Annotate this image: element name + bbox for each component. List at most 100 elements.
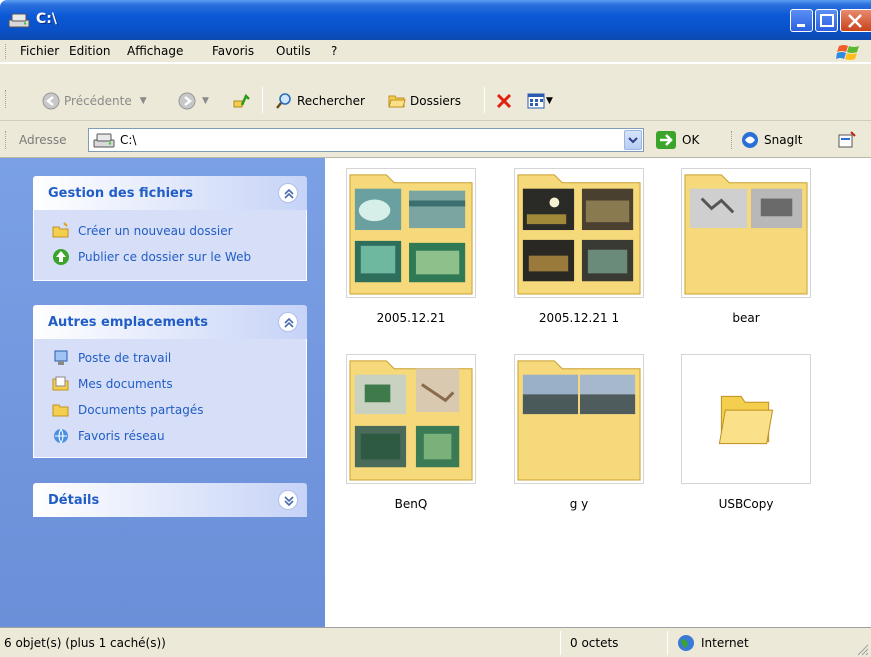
- snagit-button[interactable]: SnagIt: [741, 131, 802, 149]
- status-size: 0 octets: [570, 636, 619, 650]
- file-name: BenQ: [394, 497, 428, 511]
- place-shared-documents[interactable]: Documents partagés: [34, 397, 306, 423]
- forward-dropdown-icon[interactable]: ▼: [202, 96, 209, 106]
- menubar-grip[interactable]: [5, 44, 7, 59]
- maximize-button[interactable]: [815, 9, 838, 32]
- minimize-button[interactable]: [790, 9, 813, 32]
- menu-help[interactable]: ?: [331, 44, 337, 58]
- up-folder-icon: [233, 93, 250, 108]
- chevron-up-double-icon: [284, 188, 294, 199]
- file-name: USBCopy: [718, 497, 774, 511]
- delete-x-icon: [496, 93, 512, 109]
- file-tasks-header[interactable]: Gestion des fichiers: [33, 176, 307, 210]
- back-dropdown-icon[interactable]: ▼: [140, 96, 147, 106]
- search-button[interactable]: Rechercher: [275, 91, 365, 111]
- task-publish-web[interactable]: Publier ce dossier sur le Web: [34, 244, 306, 270]
- photo-folder-icon: [514, 168, 644, 298]
- views-icon: [527, 93, 545, 109]
- my-documents-icon: [52, 376, 69, 391]
- status-divider: [667, 631, 668, 655]
- address-label: Adresse: [19, 133, 67, 147]
- file-tasks-body: Créer un nouveau dossier Publier ce doss…: [33, 210, 307, 281]
- collapse-button[interactable]: [278, 183, 298, 203]
- menu-outils[interactable]: Outils: [276, 44, 311, 58]
- chevron-down-icon: [628, 137, 638, 144]
- status-object-count: 6 objet(s) (plus 1 caché(s)): [4, 636, 166, 650]
- address-dropdown-button[interactable]: [624, 130, 642, 150]
- other-places-panel: Autres emplacements Poste de travail Mes…: [33, 305, 307, 458]
- other-places-body: Poste de travail Mes documents Documents…: [33, 339, 307, 458]
- chevron-down-double-icon: [284, 496, 294, 507]
- snagit-capture-icon[interactable]: [838, 131, 856, 149]
- place-label: Documents partagés: [78, 403, 204, 417]
- file-name: bear: [732, 311, 760, 325]
- addressbar-grip[interactable]: [5, 131, 7, 149]
- status-bar: 6 objet(s) (plus 1 caché(s)) 0 octets In…: [0, 627, 871, 657]
- photo-folder-icon: [346, 168, 476, 298]
- task-new-folder[interactable]: Créer un nouveau dossier: [34, 218, 306, 244]
- place-my-documents[interactable]: Mes documents: [34, 371, 306, 397]
- forward-arrow-icon: [178, 92, 196, 110]
- address-bar: Adresse C:\ OK SnagIt: [0, 121, 871, 158]
- menu-fichier[interactable]: Fichier: [20, 44, 59, 58]
- other-places-header[interactable]: Autres emplacements: [33, 305, 307, 339]
- views-dropdown-icon[interactable]: ▼: [546, 96, 553, 106]
- publish-web-icon: [53, 249, 69, 265]
- toolbar-separator: [262, 87, 263, 113]
- shared-folder-icon: [52, 404, 69, 417]
- toolbar-separator: [484, 87, 485, 113]
- toolbar-grip[interactable]: [5, 90, 7, 108]
- close-button[interactable]: [840, 9, 871, 32]
- folder-icon: [681, 354, 811, 484]
- details-panel: Détails: [33, 483, 307, 517]
- back-arrow-icon: [42, 92, 60, 110]
- menu-bar: Fichier Edition Affichage Favoris Outils…: [0, 40, 871, 63]
- delete-button[interactable]: [495, 91, 517, 111]
- minimize-icon: [797, 24, 805, 27]
- folders-icon: [388, 95, 406, 108]
- forward-button[interactable]: ▼: [178, 91, 209, 111]
- menu-favoris[interactable]: Favoris: [212, 44, 254, 58]
- my-computer-icon: [54, 350, 68, 365]
- up-folder-button[interactable]: [232, 91, 254, 111]
- network-places-icon: [54, 428, 68, 444]
- file-name: g y: [569, 497, 589, 511]
- search-label: Rechercher: [297, 94, 365, 108]
- internet-globe-icon: [678, 635, 694, 651]
- back-button[interactable]: Précédente ▼: [42, 91, 147, 111]
- windows-logo-icon: [836, 45, 859, 60]
- expand-button[interactable]: [278, 490, 298, 510]
- task-label: Publier ce dossier sur le Web: [78, 250, 252, 264]
- other-places-title: Autres emplacements: [48, 315, 209, 330]
- title-bar[interactable]: C:\: [0, 0, 871, 40]
- window-title: C:\: [36, 11, 57, 27]
- details-header[interactable]: Détails: [33, 483, 307, 517]
- go-label: OK: [682, 133, 700, 147]
- snagit-grip[interactable]: [731, 131, 733, 149]
- status-divider: [560, 631, 561, 655]
- go-button[interactable]: OK: [655, 130, 699, 150]
- computer-drive-icon: [8, 13, 30, 28]
- folders-label: Dossiers: [410, 94, 461, 108]
- place-label: Poste de travail: [78, 351, 172, 365]
- close-icon: [848, 14, 862, 28]
- place-network[interactable]: Favoris réseau: [34, 423, 306, 449]
- folders-button[interactable]: Dossiers: [388, 91, 461, 111]
- place-label: Mes documents: [78, 377, 173, 391]
- task-label: Créer un nouveau dossier: [78, 224, 233, 238]
- computer-drive-icon: [93, 133, 115, 148]
- new-folder-icon: [52, 222, 69, 238]
- back-label: Précédente: [64, 94, 132, 108]
- collapse-button[interactable]: [278, 312, 298, 332]
- resize-grip-icon[interactable]: [855, 642, 869, 656]
- menu-edition[interactable]: Edition: [69, 44, 111, 58]
- menu-affichage[interactable]: Affichage: [127, 44, 183, 58]
- go-arrow-icon: [656, 131, 676, 149]
- snagit-label: SnagIt: [764, 133, 803, 147]
- views-button[interactable]: ▼: [527, 91, 553, 111]
- place-my-computer[interactable]: Poste de travail: [34, 345, 306, 371]
- file-view[interactable]: 2005.12.21 2005.12.21 1 bear BenQ g y US…: [325, 158, 871, 627]
- address-value: C:\: [120, 133, 137, 147]
- address-input[interactable]: C:\: [88, 128, 644, 152]
- maximize-icon: [820, 14, 834, 27]
